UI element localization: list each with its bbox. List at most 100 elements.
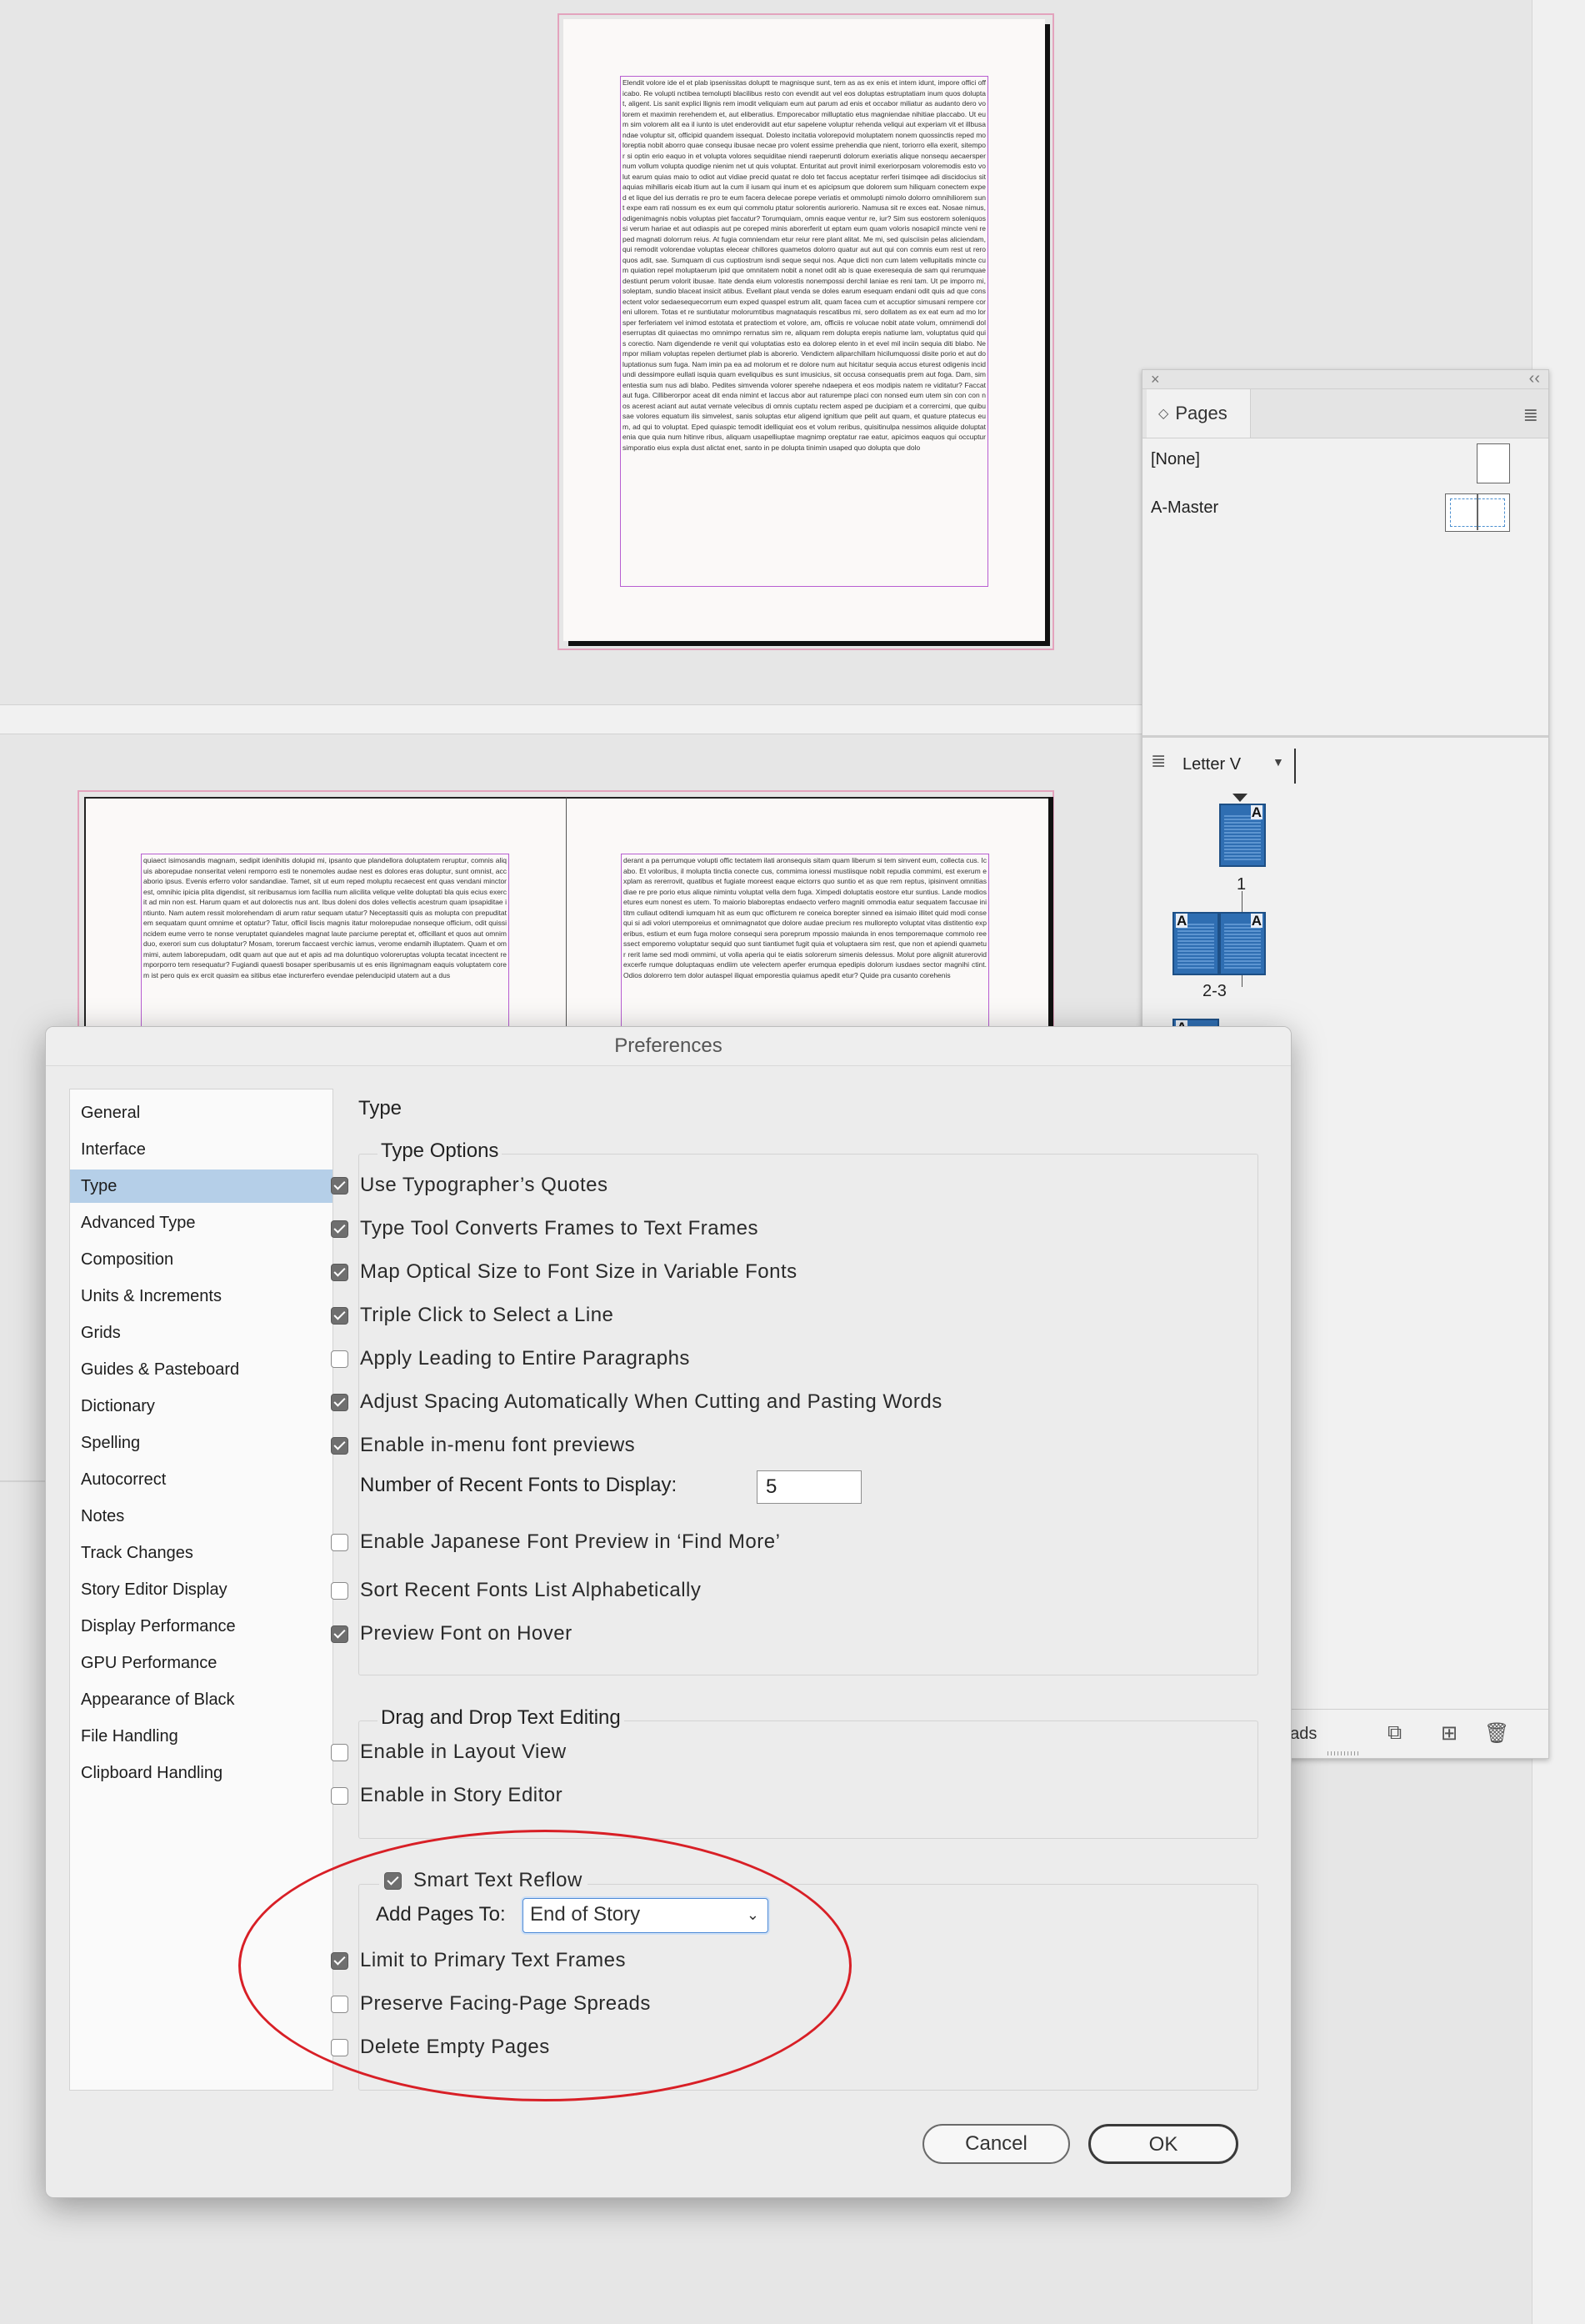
sidebar-item-guides-pasteboard[interactable]: Guides & Pasteboard — [70, 1353, 332, 1386]
checkbox[interactable] — [331, 1263, 348, 1281]
a-master-thumbnail[interactable] — [1445, 493, 1510, 532]
resize-grip[interactable] — [1328, 1751, 1361, 1756]
enable-layout-view-option[interactable]: Enable in Layout View — [331, 1740, 567, 1764]
triple-click-select-line-option[interactable]: Triple Click to Select a Line — [331, 1304, 613, 1327]
current-page-indicator-icon — [1232, 794, 1248, 802]
preserve-facing-page-spreads-option[interactable]: Preserve Facing-Page Spreads — [331, 1992, 651, 2016]
a-master-row[interactable]: A-Master — [1151, 498, 1218, 518]
option-label: Limit to Primary Text Frames — [360, 1949, 626, 1971]
master-badge: A — [1176, 913, 1188, 929]
limit-primary-text-frames-option[interactable]: Limit to Primary Text Frames — [331, 1949, 626, 1972]
checkbox[interactable] — [331, 1786, 348, 1805]
checkbox[interactable] — [331, 1176, 348, 1195]
sidebar-item-type[interactable]: Type — [70, 1170, 332, 1203]
sidebar-item-grids[interactable]: Grids — [70, 1316, 332, 1350]
panel-divider[interactable] — [1142, 735, 1548, 738]
chevron-down-icon[interactable]: ▼ — [1272, 755, 1284, 769]
sidebar-item-clipboard-handling[interactable]: Clipboard Handling — [70, 1756, 332, 1790]
page-3-thumbnail[interactable]: A — [1219, 912, 1266, 975]
option-label: Sort Recent Fonts List Alphabetically — [360, 1579, 702, 1601]
in-menu-font-previews-option[interactable]: Enable in-menu font previews — [331, 1434, 635, 1457]
sidebar-item-advanced-type[interactable]: Advanced Type — [70, 1206, 332, 1240]
master-badge: A — [1250, 913, 1262, 929]
sidebar-item-composition[interactable]: Composition — [70, 1243, 332, 1276]
page-2[interactable]: quiaect isimosandis magnam, sedipit iden… — [84, 797, 568, 1032]
edit-page-size-icon[interactable]: ⧉ — [1388, 1721, 1402, 1745]
sidebar-item-units-increments[interactable]: Units & Increments — [70, 1280, 332, 1313]
sidebar-item-notes[interactable]: Notes — [70, 1500, 332, 1533]
recent-fonts-input[interactable]: 5 — [757, 1470, 862, 1504]
page-3[interactable]: derant a pa perrumque volupti offic tect… — [566, 797, 1048, 1032]
sidebar-item-dictionary[interactable]: Dictionary — [70, 1390, 332, 1423]
cancel-button[interactable]: Cancel — [922, 2124, 1070, 2164]
sidebar-item-track-changes[interactable]: Track Changes — [70, 1536, 332, 1570]
use-typographers-quotes-option[interactable]: Use Typographer’s Quotes — [331, 1174, 608, 1197]
delete-empty-pages-option[interactable]: Delete Empty Pages — [331, 2036, 550, 2059]
checkbox[interactable] — [331, 1533, 348, 1551]
sidebar-item-file-handling[interactable]: File Handling — [70, 1720, 332, 1753]
preferences-sidebar: General Interface Type Advanced Type Com… — [69, 1089, 333, 2091]
a-master-label: A-Master — [1151, 498, 1219, 517]
checkbox[interactable] — [331, 1743, 348, 1761]
add-pages-to-select[interactable]: End of Story ⌄ — [522, 1898, 768, 1933]
sidebar-item-appearance-of-black[interactable]: Appearance of Black — [70, 1683, 332, 1716]
checkbox[interactable] — [331, 1625, 348, 1643]
checkbox[interactable] — [331, 1350, 348, 1368]
option-label: Triple Click to Select a Line — [360, 1304, 614, 1326]
close-icon[interactable]: × — [1151, 371, 1160, 388]
option-label: Enable in Story Editor — [360, 1784, 563, 1806]
map-optical-size-option[interactable]: Map Optical Size to Font Size in Variabl… — [331, 1260, 798, 1284]
preferences-dialog[interactable]: Preferences General Interface Type Advan… — [45, 1026, 1292, 2198]
dialog-title: Preferences — [46, 1027, 1291, 1066]
sidebar-item-gpu-performance[interactable]: GPU Performance — [70, 1646, 332, 1680]
enable-story-editor-option[interactable]: Enable in Story Editor — [331, 1784, 562, 1807]
sidebar-item-general[interactable]: General — [70, 1096, 332, 1129]
checkbox[interactable] — [331, 1220, 348, 1238]
page-1-thumbnail-content — [1224, 814, 1261, 860]
ok-button[interactable]: OK — [1088, 2124, 1238, 2164]
type-tool-converts-frames-option[interactable]: Type Tool Converts Frames to Text Frames — [331, 1217, 758, 1240]
none-master-label: [None] — [1151, 450, 1200, 468]
adjust-spacing-option[interactable]: Adjust Spacing Automatically When Cuttin… — [331, 1390, 942, 1414]
checkbox[interactable] — [331, 1393, 348, 1411]
smart-text-reflow-option[interactable]: Smart Text Reflow — [379, 1869, 588, 1892]
page-2-text-frame[interactable]: quiaect isimosandis magnam, sedipit iden… — [141, 854, 509, 1032]
checkbox[interactable] — [331, 1581, 348, 1600]
sidebar-item-spelling[interactable]: Spelling — [70, 1426, 332, 1460]
preview-font-on-hover-option[interactable]: Preview Font on Hover — [331, 1622, 572, 1645]
none-master-thumbnail[interactable] — [1477, 443, 1510, 483]
japanese-font-preview-option[interactable]: Enable Japanese Font Preview in ‘Find Mo… — [331, 1530, 780, 1554]
expand-chevron-icon[interactable]: ◇ — [1158, 405, 1168, 422]
checkbox[interactable] — [331, 2038, 348, 2056]
drag-drop-label: Drag and Drop Text Editing — [378, 1706, 624, 1730]
page-1[interactable]: Elendit volore ide el et plab ipsenissit… — [563, 19, 1045, 641]
checkbox[interactable] — [331, 1995, 348, 2013]
sidebar-item-interface[interactable]: Interface — [70, 1133, 332, 1166]
checkbox[interactable] — [384, 1871, 402, 1890]
none-master-row[interactable]: [None] — [1151, 450, 1200, 469]
checkbox[interactable] — [331, 1951, 348, 1970]
add-pages-to-value: End of Story — [530, 1903, 641, 1926]
sidebar-item-display-performance[interactable]: Display Performance — [70, 1610, 332, 1643]
master-badge: A — [1250, 804, 1262, 820]
sort-recent-fonts-option[interactable]: Sort Recent Fonts List Alphabetically — [331, 1579, 701, 1602]
sidebar-item-autocorrect[interactable]: Autocorrect — [70, 1463, 332, 1496]
page-3-text-frame[interactable]: derant a pa perrumque volupti offic tect… — [621, 854, 989, 1032]
tab-pages[interactable]: ◇ Pages — [1147, 389, 1251, 438]
checkbox[interactable] — [331, 1436, 348, 1455]
apply-leading-option[interactable]: Apply Leading to Entire Paragraphs — [331, 1347, 690, 1370]
page-1-thumbnail[interactable]: A — [1219, 804, 1266, 867]
new-page-icon[interactable]: ⊞ — [1441, 1721, 1458, 1746]
collapse-icon[interactable]: ‹‹ — [1529, 369, 1540, 388]
page-1-text-frame[interactable]: Elendit volore ide el et plab ipsenissit… — [620, 76, 988, 587]
panel-menu-icon[interactable]: ≣ — [1523, 404, 1538, 426]
trash-icon[interactable]: 🗑 — [1484, 1721, 1509, 1746]
page-2-thumbnail[interactable]: A — [1172, 912, 1219, 975]
panel-titlebar[interactable]: × ‹‹ — [1142, 369, 1548, 389]
grip-icon[interactable]: ≣ — [1151, 750, 1167, 772]
option-label: Type Tool Converts Frames to Text Frames — [360, 1217, 758, 1240]
sidebar-item-story-editor-display[interactable]: Story Editor Display — [70, 1573, 332, 1606]
page-size-select[interactable]: Letter V — [1182, 755, 1241, 774]
checkbox[interactable] — [331, 1306, 348, 1325]
drag-drop-group — [358, 1720, 1258, 1839]
